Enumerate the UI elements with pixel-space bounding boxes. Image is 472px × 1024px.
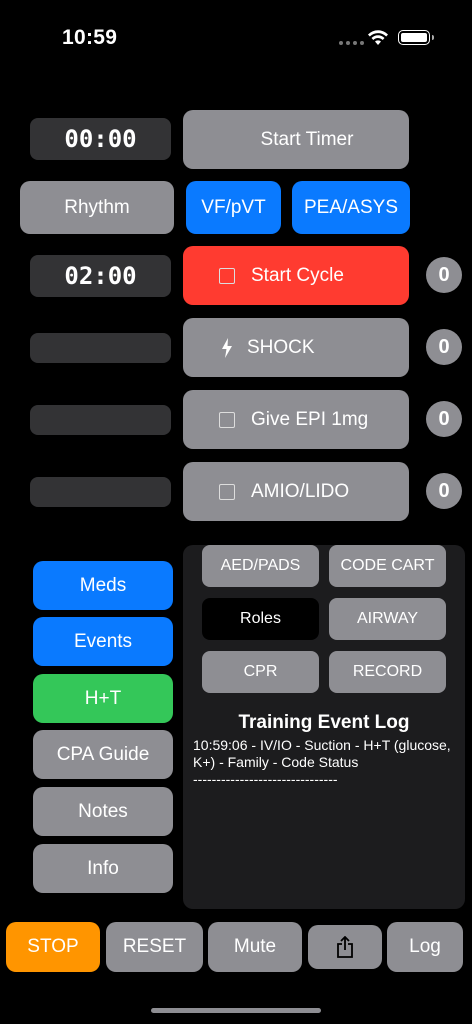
events-button[interactable]: Events (33, 617, 173, 666)
amio-status-box (30, 477, 171, 507)
give-epi-button[interactable]: Give EPI 1mg (183, 390, 409, 449)
main-timer-display: 00:00 (30, 118, 171, 160)
checkbox-icon (219, 483, 235, 500)
give-epi-label: Give EPI 1mg (251, 408, 369, 430)
event-log-separator: ------------------------------- (193, 771, 338, 787)
cellular-signal-icon (339, 41, 364, 45)
vf-pvt-button[interactable]: VF/pVT (186, 181, 281, 234)
epi-status-box (30, 405, 171, 435)
event-log-text: 10:59:06 - IV/IO - Suction - H+T (glucos… (193, 737, 455, 788)
info-button[interactable]: Info (33, 844, 173, 893)
cpa-guide-button[interactable]: CPA Guide (33, 730, 173, 779)
record-button[interactable]: RECORD (329, 651, 446, 693)
checkbox-icon (219, 267, 235, 284)
home-indicator (151, 1008, 321, 1013)
airway-button[interactable]: AIRWAY (329, 598, 446, 640)
amio-lido-button[interactable]: AMIO/LIDO (183, 462, 409, 521)
start-cycle-label: Start Cycle (251, 264, 344, 286)
share-icon (337, 936, 353, 958)
rhythm-button[interactable]: Rhythm (20, 181, 174, 234)
shock-counter: 0 (426, 329, 462, 365)
start-timer-button[interactable]: Start Timer (183, 110, 409, 169)
roles-button[interactable]: Roles (202, 598, 319, 640)
shock-label: SHOCK (247, 336, 315, 358)
amio-lido-label: AMIO/LIDO (251, 480, 350, 502)
notes-button[interactable]: Notes (33, 787, 173, 836)
wifi-icon (368, 30, 388, 45)
h-and-t-button[interactable]: H+T (33, 674, 173, 723)
pea-asys-button[interactable]: PEA/ASYS (292, 181, 410, 234)
cycle-counter: 0 (426, 257, 462, 293)
amio-counter: 0 (426, 473, 462, 509)
stop-button[interactable]: STOP (6, 922, 100, 972)
epi-counter: 0 (426, 401, 462, 437)
shock-status-box (30, 333, 171, 363)
cycle-timer-display: 02:00 (30, 255, 171, 297)
share-button[interactable] (308, 925, 382, 969)
checkbox-icon (219, 411, 235, 428)
cpr-button[interactable]: CPR (202, 651, 319, 693)
meds-button[interactable]: Meds (33, 561, 173, 610)
event-log-entry: 10:59:06 - IV/IO - Suction - H+T (glucos… (193, 737, 451, 770)
log-button[interactable]: Log (387, 922, 463, 972)
start-cycle-button[interactable]: Start Cycle (183, 246, 409, 305)
battery-icon (398, 30, 434, 45)
event-log-title: Training Event Log (238, 712, 410, 733)
aed-pads-button[interactable]: AED/PADS (202, 545, 319, 587)
status-time: 10:59 (62, 26, 118, 49)
code-cart-button[interactable]: CODE CART (329, 545, 446, 587)
mute-button[interactable]: Mute (208, 922, 302, 972)
reset-button[interactable]: RESET (106, 922, 203, 972)
shock-button[interactable]: SHOCK (183, 318, 409, 377)
lightning-bolt-icon (222, 337, 232, 358)
